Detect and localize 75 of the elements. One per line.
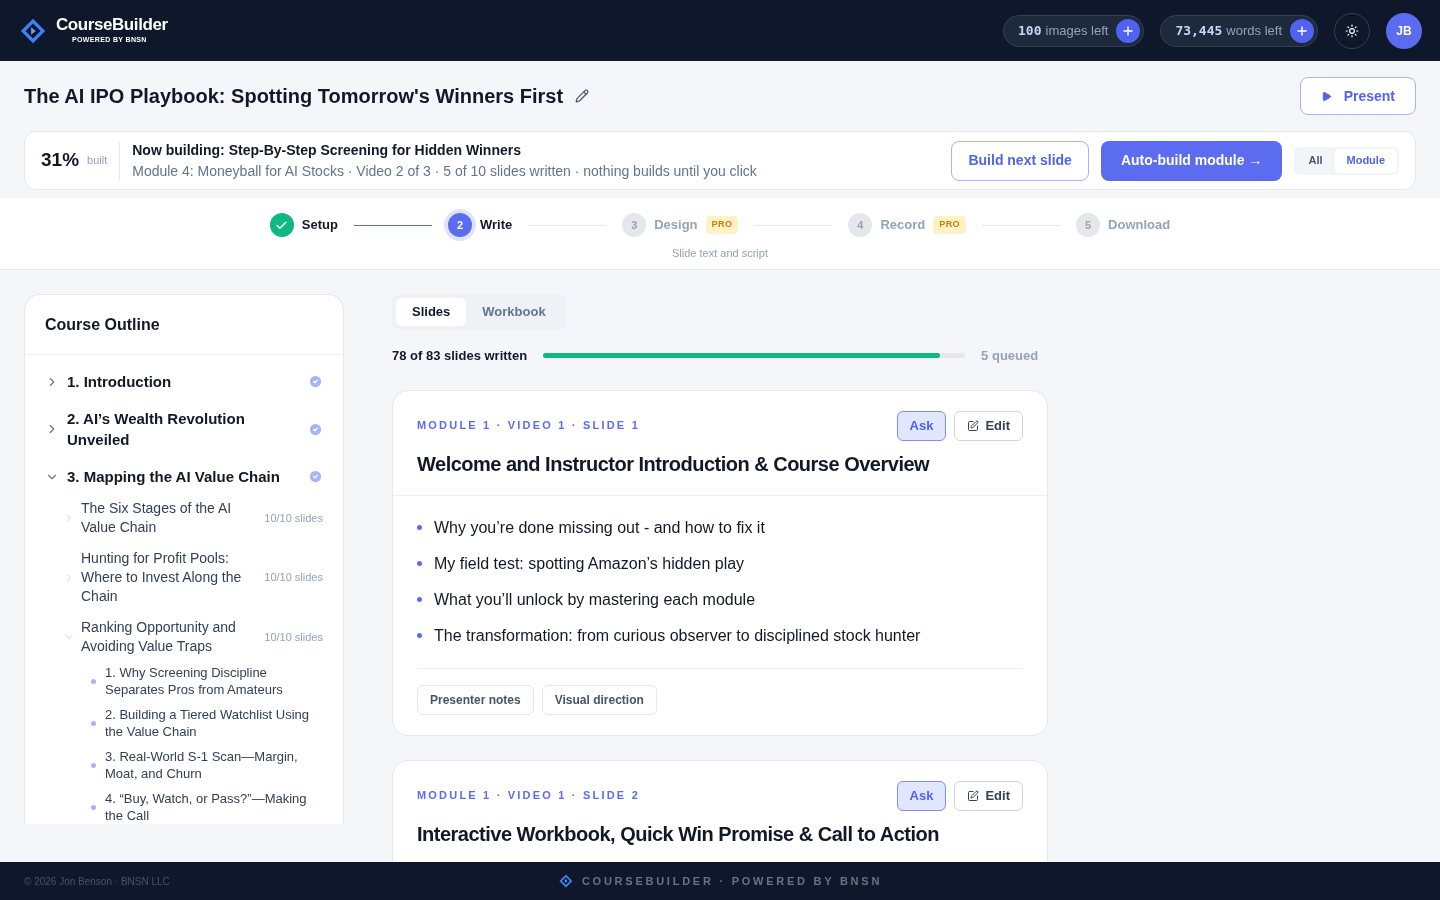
step-indicator: 4 [848, 213, 873, 237]
ask-button[interactable]: Ask [896, 410, 947, 441]
sun-icon [1345, 23, 1359, 38]
scope-option[interactable]: All [1296, 148, 1335, 173]
section-button[interactable]: Presenter notes [417, 684, 534, 715]
ask-button[interactable]: Ask [896, 780, 947, 811]
outline-title: Course Outline [45, 314, 160, 335]
pro-badge: PRO [933, 216, 967, 234]
auto-build-button[interactable]: Auto-build module → [1100, 140, 1283, 181]
add-button[interactable] [1116, 18, 1141, 43]
queued-label: 5 queued [981, 347, 1039, 365]
step-indicator: 2 [447, 213, 472, 237]
slide-bullet: Why you’re done missing out - and how to fix it [434, 517, 765, 538]
slide-title: Interactive Workbook, Quick Win Promise & Call to Action [417, 821, 940, 847]
module-item[interactable]: 1. Introduction [45, 371, 323, 392]
edit-button[interactable]: Edit [954, 780, 1023, 811]
step-label[interactable]: Write [479, 215, 513, 235]
pro-badge: PRO [705, 216, 739, 234]
slide-eyebrow: MODULE 1 · VIDEO 1 · SLIDE 1 [417, 418, 640, 434]
build-title: Now building: Step-By-Step Screening for Hidden Winners [132, 140, 522, 160]
video-item[interactable]: 1. Why Screening Discipline Separates Pros from Amateurs [105, 664, 323, 698]
module-item[interactable]: 2. AI’s Wealth Revolution Unveiled [45, 408, 323, 450]
edit-icon [575, 89, 590, 103]
credit-label: images left [1045, 21, 1109, 40]
step-caption: Slide text and script [672, 246, 768, 261]
credit-amount: 73,445 [1175, 21, 1223, 40]
slide-bullet: The transformation: from curious observer to disciplined stock hunter [434, 625, 921, 646]
slide-count: 10/10 slides [264, 629, 323, 645]
slide-bullet: My field test: spotting Amazon’s hidden play [434, 553, 745, 574]
module-title: 3. Mapping the AI Value Chain [67, 467, 281, 487]
check-icon [275, 218, 289, 232]
built-percent: 31% [41, 148, 80, 173]
scope-option[interactable]: Module [1334, 148, 1397, 173]
edit-icon [967, 789, 980, 802]
tab[interactable]: Slides [396, 298, 467, 326]
credit-amount: 100 [1018, 21, 1042, 40]
section-button[interactable]: Visual direction [541, 684, 657, 715]
lesson-item[interactable]: Ranking Opportunity and Avoiding Value Traps 10/10 slides [45, 618, 323, 656]
built-label: built [87, 153, 108, 169]
credit-label: words left [1226, 21, 1282, 40]
module-title: 2. AI’s Wealth Revolution Unveiled [67, 409, 246, 450]
brand-name: CourseBuilder [56, 15, 168, 36]
edit-button[interactable]: Edit [954, 410, 1023, 441]
slide-bullet: What you’ll unlock by mastering each module [434, 589, 756, 610]
build-detail: Module 4: Moneyball for AI Stocks · Video 2 of 3 · 5 of 10 slides written · nothing builds until you click [132, 161, 757, 181]
lesson-title: Ranking Opportunity and Avoiding Value Traps [81, 618, 237, 656]
slide-count: 10/10 slides [264, 510, 323, 526]
footer-brand: COURSEBUILDER · POWERED BY BNSN [581, 873, 883, 889]
progress-label: 78 of 83 slides written [392, 347, 528, 365]
step-indicator: 3 [622, 213, 647, 237]
add-button[interactable] [1290, 18, 1314, 43]
user-avatar[interactable]: JB [1386, 12, 1422, 49]
module-item[interactable]: 3. Mapping the AI Value Chain [45, 466, 323, 487]
present-button[interactable]: Present [1299, 77, 1416, 115]
module-title: 1. Introduction [67, 372, 173, 392]
logo-icon [557, 873, 574, 889]
plus-icon [1295, 23, 1309, 38]
lesson-title: The Six Stages of the AI Value Chain [81, 499, 233, 537]
lesson-item[interactable]: The Six Stages of the AI Value Chain 10/10 slides [45, 499, 323, 537]
lesson-title: Hunting for Profit Pools: Where to Invest Along the Chain [81, 549, 243, 606]
step-indicator: 5 [1076, 213, 1101, 237]
video-item[interactable]: 3. Real-World S-1 Scan—Margin, Moat, and Churn [105, 748, 323, 782]
build-next-button[interactable]: Build next slide [951, 140, 1089, 181]
video-item[interactable]: 2. Building a Tiered Watchlist Using the Value Chain [105, 706, 323, 740]
video-item[interactable]: 4. “Buy, Watch, or Pass?”—Making the Call [105, 790, 323, 824]
slide-count: 10/10 slides [264, 570, 323, 586]
step-label[interactable]: Setup [301, 215, 338, 235]
edit-icon [967, 419, 980, 432]
course-title: The AI IPO Playbook: Spotting Tomorrow's Winners First [24, 84, 564, 109]
tab[interactable]: Workbook [466, 298, 562, 326]
plus-icon [1121, 23, 1136, 38]
slide-eyebrow: MODULE 1 · VIDEO 1 · SLIDE 2 [417, 788, 640, 804]
lesson-item[interactable]: Hunting for Profit Pools: Where to Invest Along the Chain 10/10 slides [45, 549, 323, 606]
slide-title: Welcome and Instructor Introduction & Course Overview [417, 451, 931, 477]
play-icon [1320, 90, 1332, 102]
